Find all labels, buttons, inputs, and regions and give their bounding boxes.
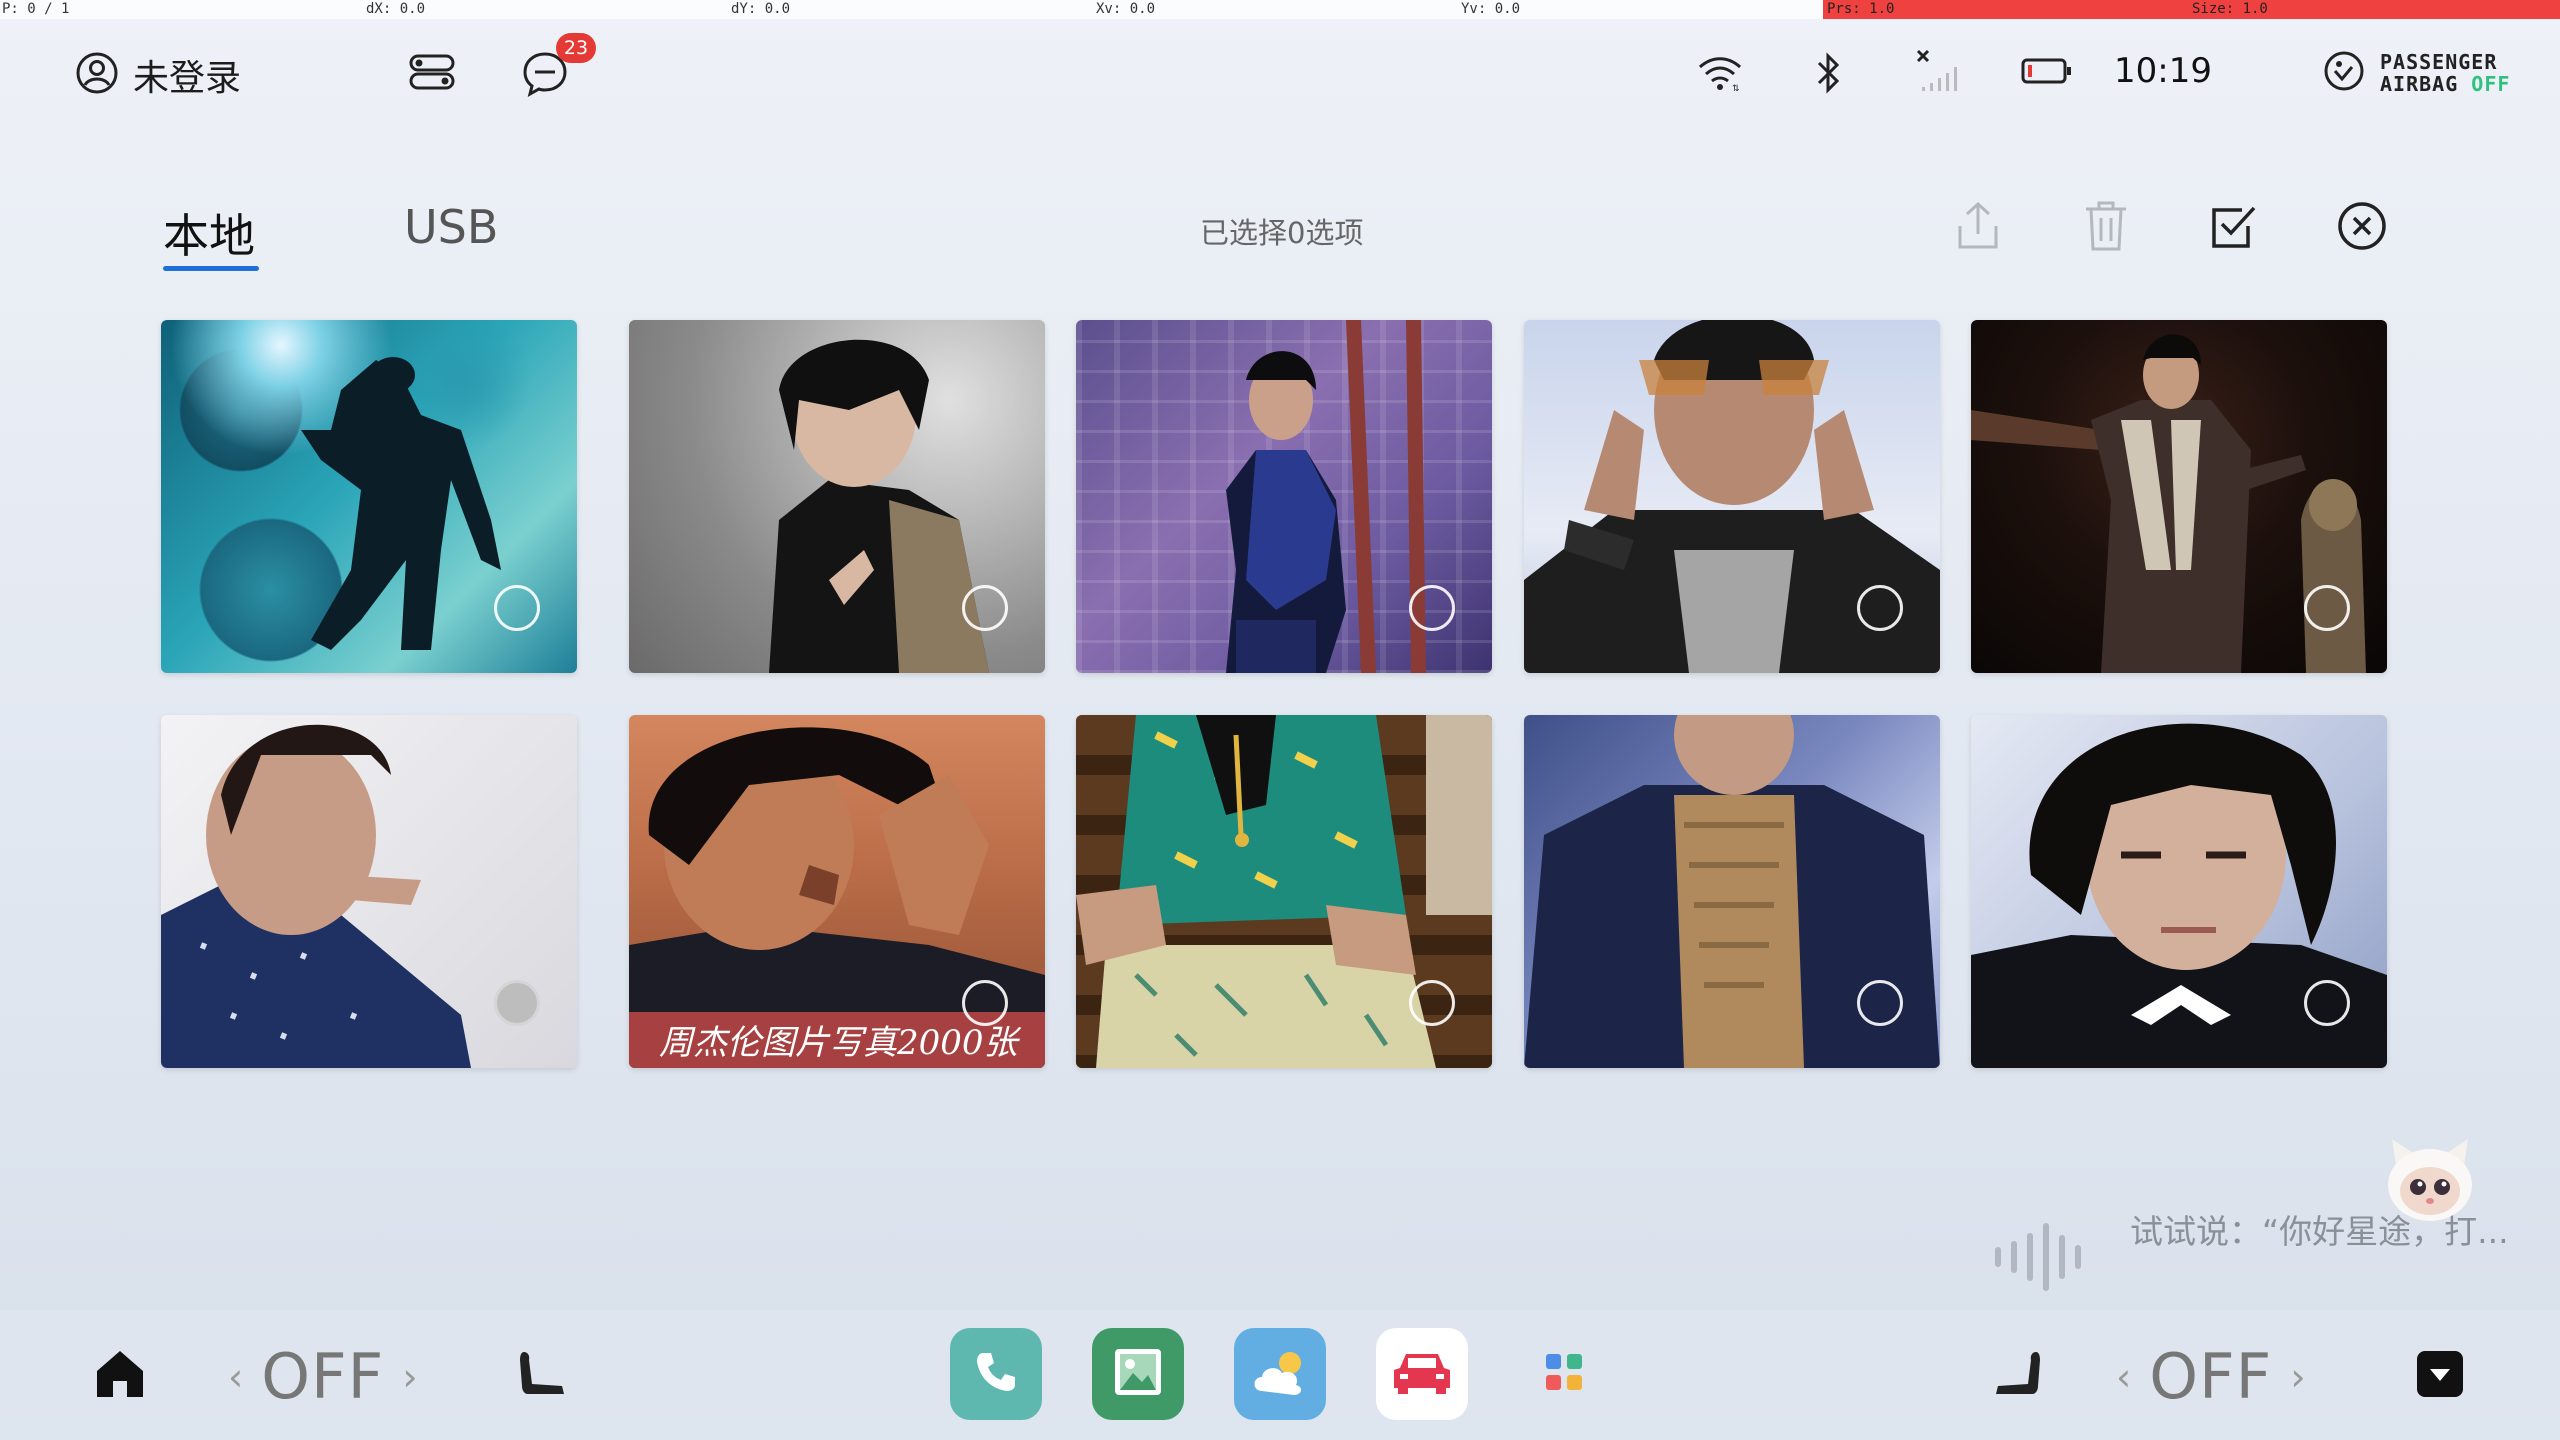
bluetooth-icon[interactable] [1810, 49, 1846, 97]
airbag-label-line2: AIRBAG [2380, 72, 2459, 96]
active-tab-indicator [163, 266, 259, 271]
photo-select-toggle[interactable] [1409, 980, 1455, 1026]
photo-thumbnail[interactable] [629, 320, 1045, 673]
photo-select-toggle[interactable] [2304, 585, 2350, 631]
photo-thumbnail[interactable] [1524, 320, 1940, 673]
photo-select-toggle[interactable] [962, 980, 1008, 1026]
no-signal-icon [1912, 45, 1964, 97]
passenger-airbag-status: PASSENGER AIRBAG OFF [2322, 49, 2510, 97]
pointer-count: P: 0 / 1 [2, 1, 70, 17]
left-hvac-value: OFF [261, 1340, 385, 1413]
photo-thumbnail[interactable] [1971, 715, 2387, 1068]
phone-app[interactable] [950, 1328, 1042, 1420]
toggle-icon[interactable] [406, 49, 458, 95]
home-icon [93, 1347, 147, 1405]
size: Size: 1.0 [2188, 0, 2560, 19]
share-button[interactable] [1950, 200, 2006, 256]
right-seat-heat-control[interactable]: ‹ OFF › [2116, 1340, 2306, 1413]
photo-thumbnail[interactable] [1971, 320, 2387, 673]
pointer-location-overlay: P: 0 / 1 dX: 0.0 dY: 0.0 Xv: 0.0 Yv: 0.0… [0, 0, 2560, 19]
login-status-label: 未登录 [133, 58, 242, 99]
photo-select-toggle[interactable] [494, 980, 540, 1026]
car-icon [1390, 1348, 1454, 1400]
gallery-app[interactable] [1092, 1328, 1184, 1420]
home-button[interactable] [92, 1348, 148, 1404]
left-seat-button[interactable] [512, 1346, 572, 1406]
left-seat-heat-control[interactable]: ‹ OFF › [228, 1340, 418, 1413]
car-app[interactable] [1376, 1328, 1468, 1420]
photo-thumbnail[interactable] [161, 320, 577, 673]
chevron-down-icon [2415, 1349, 2465, 1403]
delete-button[interactable] [2078, 200, 2134, 256]
airbag-state: OFF [2471, 72, 2511, 96]
phone-icon [973, 1349, 1019, 1399]
gallery-icon [1111, 1345, 1165, 1403]
user-icon [75, 51, 119, 99]
selection-count: 已选择0选项 [1200, 216, 1364, 250]
weather-app[interactable] [1234, 1328, 1326, 1420]
velocity-x: Xv: 0.0 [1096, 1, 1156, 17]
photo-select-toggle[interactable] [2304, 980, 2350, 1026]
svg-text:⇅: ⇅ [1732, 83, 1740, 93]
photo-thumbnail[interactable] [1076, 320, 1492, 673]
velocity-y: Yv: 0.0 [1461, 1, 1521, 17]
airbag-icon [2322, 49, 2366, 97]
dropdown-button[interactable] [2412, 1348, 2468, 1404]
seat-icon [1990, 1346, 2046, 1406]
photo-select-toggle[interactable] [1409, 585, 1455, 631]
battery-icon [2020, 53, 2074, 89]
pressure: Prs: 1.0 [1823, 0, 2188, 19]
airbag-label-line1: PASSENGER [2380, 50, 2498, 74]
status-bar: 未登录 23 ⇅ 10:19 PASSENGER AIRBAG OFF [0, 19, 2560, 129]
delta-x: dX: 0.0 [366, 1, 426, 17]
weather-icon [1248, 1347, 1312, 1401]
right-hvac-value: OFF [2149, 1340, 2273, 1413]
photo-thumbnail[interactable] [161, 715, 577, 1068]
right-hvac-increase[interactable]: › [2290, 1355, 2305, 1399]
voice-wave-icon[interactable] [1990, 1222, 2090, 1296]
wifi-icon[interactable]: ⇅ [1695, 51, 1745, 95]
apps-grid-button[interactable] [1518, 1328, 1610, 1420]
photo-thumbnail[interactable]: 周杰伦图片写真2000张 [629, 715, 1045, 1068]
share-icon [1954, 200, 2002, 256]
photo-thumbnail[interactable] [1524, 715, 1940, 1068]
seat-icon [514, 1346, 570, 1406]
right-seat-button[interactable] [1988, 1346, 2048, 1406]
photo-thumbnail[interactable] [1076, 715, 1492, 1068]
left-hvac-decrease[interactable]: ‹ [228, 1355, 243, 1399]
delete-icon [2082, 199, 2130, 257]
close-icon [2336, 200, 2388, 256]
clock: 10:19 [2114, 51, 2212, 91]
tab-local[interactable]: 本地 [163, 200, 255, 266]
login-button[interactable]: 未登录 [75, 49, 241, 101]
tab-usb[interactable]: USB [404, 200, 498, 254]
select-all-icon [2208, 200, 2260, 256]
delta-y: dY: 0.0 [731, 1, 791, 17]
right-hvac-decrease[interactable]: ‹ [2116, 1355, 2131, 1399]
photo-select-toggle[interactable] [1857, 585, 1903, 631]
assistant-mascot-icon[interactable] [2378, 1135, 2482, 1225]
apps-grid-icon [1542, 1350, 1586, 1398]
message-count-badge: 23 [556, 33, 596, 63]
exit-selection-button[interactable] [2334, 200, 2390, 256]
photo-select-toggle[interactable] [494, 585, 540, 631]
photo-select-toggle[interactable] [962, 585, 1008, 631]
left-hvac-increase[interactable]: › [402, 1355, 417, 1399]
select-all-button[interactable] [2206, 200, 2262, 256]
photo-select-toggle[interactable] [1857, 980, 1903, 1026]
